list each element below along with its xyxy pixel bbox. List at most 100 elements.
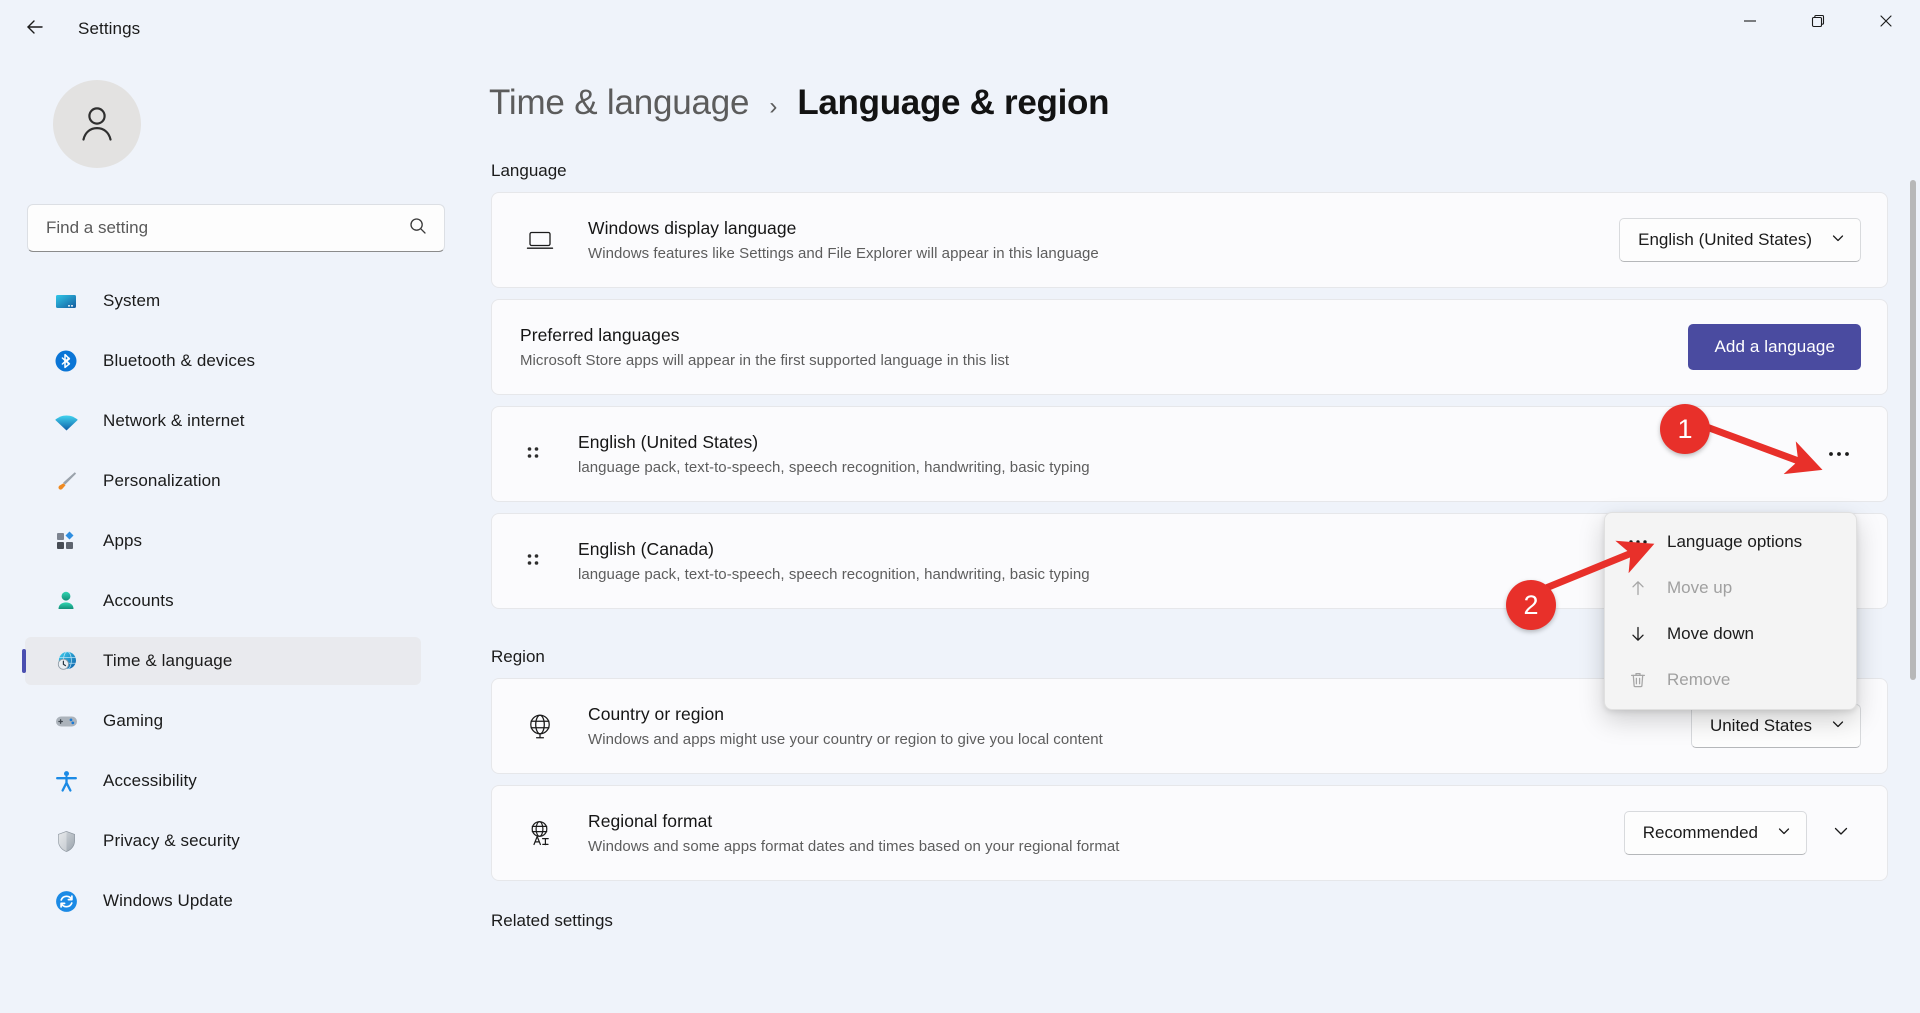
gamepad-icon bbox=[53, 708, 79, 734]
card-description: Windows and some apps format dates and t… bbox=[588, 838, 1624, 855]
context-menu-item-language-options[interactable]: Language options bbox=[1609, 519, 1852, 565]
minimize-icon bbox=[1742, 13, 1758, 34]
context-menu-item-remove: Remove bbox=[1609, 657, 1852, 703]
dropdown-value: United States bbox=[1710, 716, 1812, 736]
back-arrow-icon bbox=[23, 15, 47, 44]
scrollbar-thumb[interactable] bbox=[1910, 180, 1916, 680]
chevron-down-icon bbox=[1830, 230, 1846, 251]
sidebar-item-label: Accessibility bbox=[103, 771, 197, 791]
globe-icon bbox=[520, 711, 560, 741]
card-text-block: Regional format Windows and some apps fo… bbox=[588, 811, 1624, 855]
sidebar-item-label: Personalization bbox=[103, 471, 221, 491]
app-title: Settings bbox=[78, 19, 140, 39]
vertical-scrollbar[interactable] bbox=[1910, 180, 1916, 680]
card-title: Country or region bbox=[588, 704, 1691, 725]
breadcrumb-separator-icon: › bbox=[769, 93, 777, 121]
laptop-icon bbox=[520, 225, 560, 255]
minimize-button[interactable] bbox=[1716, 0, 1784, 46]
sidebar-item-apps[interactable]: Apps bbox=[25, 517, 421, 565]
card-text-block: English (United States) language pack, t… bbox=[578, 432, 1817, 476]
regional-format-expand-button[interactable] bbox=[1821, 813, 1861, 853]
language-name: English (United States) bbox=[578, 432, 1817, 453]
card-title: Windows display language bbox=[588, 218, 1619, 239]
trash-icon bbox=[1623, 670, 1653, 690]
card-title: Preferred languages bbox=[520, 325, 1688, 346]
card-text-block: Country or region Windows and apps might… bbox=[588, 704, 1691, 748]
sidebar-item-system[interactable]: System bbox=[25, 277, 421, 325]
monitor-icon bbox=[53, 288, 79, 314]
card-text-block: Preferred languages Microsoft Store apps… bbox=[520, 325, 1688, 369]
chevron-down-icon bbox=[1776, 823, 1792, 844]
paintbrush-icon bbox=[53, 468, 79, 494]
page-title: Language & region bbox=[797, 83, 1109, 123]
context-menu-item-move-down[interactable]: Move down bbox=[1609, 611, 1852, 657]
drag-handle-icon[interactable] bbox=[520, 443, 546, 465]
sidebar-item-label: Gaming bbox=[103, 711, 163, 731]
country-region-dropdown[interactable]: United States bbox=[1691, 704, 1861, 748]
display-language-dropdown[interactable]: English (United States) bbox=[1619, 218, 1861, 262]
breadcrumb: Time & language › Language & region bbox=[489, 83, 1920, 123]
drag-handle-icon[interactable] bbox=[520, 550, 546, 572]
arrow-up-icon bbox=[1623, 578, 1653, 598]
card-regional-format[interactable]: Regional format Windows and some apps fo… bbox=[491, 785, 1888, 881]
search-input[interactable] bbox=[46, 218, 408, 238]
search-input-container[interactable] bbox=[27, 204, 445, 252]
wifi-icon bbox=[53, 408, 79, 434]
sidebar-item-windows-update[interactable]: Windows Update bbox=[25, 877, 421, 925]
card-windows-display-language[interactable]: Windows display language Windows feature… bbox=[491, 192, 1888, 288]
chevron-down-icon bbox=[1830, 716, 1846, 737]
user-avatar-icon bbox=[74, 99, 120, 150]
language-context-menu: Language options Move up Move down Remov… bbox=[1604, 512, 1857, 710]
sidebar-item-bluetooth-devices[interactable]: Bluetooth & devices bbox=[25, 337, 421, 385]
search-icon bbox=[408, 216, 428, 241]
card-title: Regional format bbox=[588, 811, 1624, 832]
ellipsis-icon bbox=[1623, 539, 1653, 545]
person-icon bbox=[53, 588, 79, 614]
accessibility-icon bbox=[53, 768, 79, 794]
back-button[interactable] bbox=[14, 8, 56, 50]
sidebar-item-label: Network & internet bbox=[103, 411, 245, 431]
language-list-item-en-us[interactable]: English (United States) language pack, t… bbox=[491, 406, 1888, 502]
bluetooth-icon bbox=[53, 348, 79, 374]
card-description: Windows and apps might use your country … bbox=[588, 731, 1691, 748]
context-menu-item-label: Move up bbox=[1667, 578, 1732, 598]
translate-globe-icon bbox=[520, 818, 560, 848]
more-options-icon[interactable] bbox=[1817, 436, 1861, 472]
close-button[interactable] bbox=[1852, 0, 1920, 46]
sidebar-item-label: Privacy & security bbox=[103, 831, 240, 851]
avatar[interactable] bbox=[53, 80, 141, 168]
sidebar-item-privacy-security[interactable]: Privacy & security bbox=[25, 817, 421, 865]
language-features: language pack, text-to-speech, speech re… bbox=[578, 459, 1817, 476]
add-a-language-button[interactable]: Add a language bbox=[1688, 324, 1861, 370]
context-menu-item-move-up: Move up bbox=[1609, 565, 1852, 611]
sidebar-nav: System Bluetooth & devices Network bbox=[25, 277, 421, 925]
chevron-down-icon bbox=[1831, 821, 1851, 846]
card-description: Windows features like Settings and File … bbox=[588, 245, 1619, 262]
sidebar-item-label: Apps bbox=[103, 531, 142, 551]
maximize-button[interactable] bbox=[1784, 0, 1852, 46]
dropdown-value: English (United States) bbox=[1638, 230, 1812, 250]
breadcrumb-parent-link[interactable]: Time & language bbox=[489, 83, 749, 123]
section-heading-related-settings: Related settings bbox=[491, 911, 1920, 931]
globe-clock-icon bbox=[53, 648, 79, 674]
restore-icon bbox=[1810, 13, 1826, 34]
card-preferred-languages: Preferred languages Microsoft Store apps… bbox=[491, 299, 1888, 395]
close-icon bbox=[1878, 13, 1894, 34]
apps-grid-icon bbox=[53, 528, 79, 554]
sidebar-item-label: Time & language bbox=[103, 651, 232, 671]
regional-format-dropdown[interactable]: Recommended bbox=[1624, 811, 1807, 855]
dropdown-value: Recommended bbox=[1643, 823, 1758, 843]
sidebar-item-accounts[interactable]: Accounts bbox=[25, 577, 421, 625]
context-menu-item-label: Language options bbox=[1667, 532, 1802, 552]
window-controls bbox=[1716, 0, 1920, 46]
sidebar-item-gaming[interactable]: Gaming bbox=[25, 697, 421, 745]
sidebar-item-network-internet[interactable]: Network & internet bbox=[25, 397, 421, 445]
card-description: Microsoft Store apps will appear in the … bbox=[520, 352, 1688, 369]
section-heading-language: Language bbox=[491, 161, 1920, 181]
context-menu-item-label: Move down bbox=[1667, 624, 1754, 644]
sidebar-item-accessibility[interactable]: Accessibility bbox=[25, 757, 421, 805]
card-text-block: Windows display language Windows feature… bbox=[588, 218, 1619, 262]
context-menu-item-label: Remove bbox=[1667, 670, 1730, 690]
sidebar-item-personalization[interactable]: Personalization bbox=[25, 457, 421, 505]
sidebar-item-time-language[interactable]: Time & language bbox=[25, 637, 421, 685]
